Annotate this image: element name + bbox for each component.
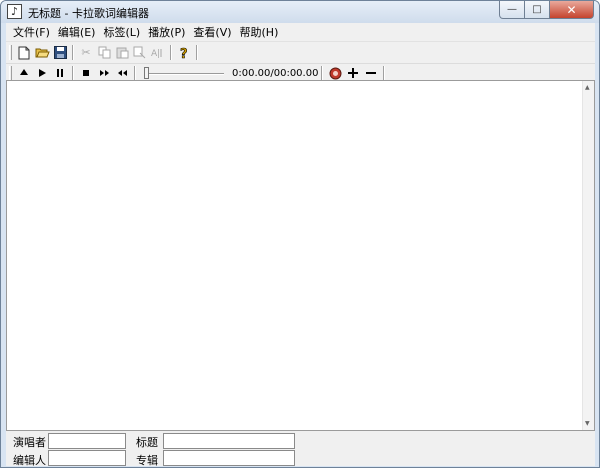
find-text-icon[interactable]: A| <box>149 44 167 61</box>
time-display: 0:00.00/00:00.00 <box>232 67 319 79</box>
toolbar-separator <box>196 45 198 60</box>
toolbar-separator <box>170 45 172 60</box>
play-icon[interactable] <box>33 65 51 82</box>
toolbar-separator <box>134 65 136 81</box>
stop-icon[interactable] <box>77 65 95 82</box>
copy-icon[interactable] <box>95 44 113 61</box>
app-window: ♪ 无标题 - 卡拉歌词编辑器 — □ ✕ 文件(F) 编辑(E) 标签(L) … <box>0 0 600 468</box>
toolbar-separator <box>72 45 74 60</box>
menu-play[interactable]: 播放(P) <box>144 24 189 41</box>
menu-edit[interactable]: 编辑(E) <box>54 24 100 41</box>
rewind-icon[interactable] <box>113 65 131 82</box>
toolbar-separator <box>321 65 324 81</box>
scroll-up-icon[interactable]: ▲ <box>585 84 590 91</box>
vertical-scrollbar[interactable]: ▲ ▼ <box>582 81 594 430</box>
singer-input[interactable] <box>48 433 126 449</box>
menu-file[interactable]: 文件(F) <box>9 24 54 41</box>
eject-icon[interactable] <box>15 65 33 82</box>
client-area: 文件(F) 编辑(E) 标签(L) 播放(P) 查看(V) 帮助(H) ✂ A|… <box>6 23 595 467</box>
position-slider[interactable] <box>142 65 226 81</box>
minimize-button[interactable]: — <box>499 1 525 19</box>
toolbar-separator <box>72 65 74 81</box>
slider-track <box>146 73 224 75</box>
menu-tags[interactable]: 标签(L) <box>99 24 144 41</box>
toolbar-grip[interactable] <box>9 65 12 81</box>
album-label: 专辑 <box>136 454 158 467</box>
svg-text:A|: A| <box>151 49 160 59</box>
paste-icon[interactable] <box>113 44 131 61</box>
fast-forward-icon[interactable] <box>95 65 113 82</box>
title-label: 标题 <box>136 436 158 449</box>
record-icon[interactable] <box>326 65 344 82</box>
save-disk-icon[interactable] <box>51 44 69 61</box>
toolbar-grip[interactable] <box>9 45 12 60</box>
album-input[interactable] <box>163 450 295 466</box>
replace-icon[interactable] <box>131 44 149 61</box>
toolbar-separator <box>383 65 386 81</box>
standard-toolbar: ✂ A| ? <box>6 43 595 62</box>
editor-input[interactable] <box>48 450 126 466</box>
menu-help[interactable]: 帮助(H) <box>236 24 283 41</box>
scissors-icon[interactable]: ✂ <box>77 44 95 61</box>
title-input[interactable] <box>163 433 295 449</box>
close-button[interactable]: ✕ <box>550 1 594 19</box>
window-controls: — □ ✕ <box>499 1 594 19</box>
menu-view[interactable]: 查看(V) <box>189 24 235 41</box>
pause-icon[interactable] <box>51 65 69 82</box>
minus-icon[interactable] <box>362 65 380 82</box>
song-info-panel: 演唱者 标题 编辑人 专辑 <box>6 431 595 467</box>
help-question-icon[interactable]: ? <box>175 44 193 61</box>
menu-bar: 文件(F) 编辑(E) 标签(L) 播放(P) 查看(V) 帮助(H) <box>6 23 595 42</box>
slider-thumb[interactable] <box>144 67 149 79</box>
editor-label: 编辑人 <box>13 454 46 467</box>
open-folder-icon[interactable] <box>33 44 51 61</box>
window-title: 无标题 - 卡拉歌词编辑器 <box>28 7 149 20</box>
app-music-note-icon[interactable]: ♪ <box>7 4 22 19</box>
plus-icon[interactable] <box>344 65 362 82</box>
new-file-icon[interactable] <box>15 44 33 61</box>
title-bar[interactable]: ♪ 无标题 - 卡拉歌词编辑器 — □ ✕ <box>1 1 599 23</box>
maximize-button[interactable]: □ <box>525 1 550 19</box>
scroll-down-icon[interactable]: ▼ <box>585 420 590 427</box>
svg-text:?: ? <box>180 47 188 60</box>
singer-label: 演唱者 <box>13 436 46 449</box>
lyrics-editor[interactable]: ▲ ▼ <box>6 80 595 431</box>
